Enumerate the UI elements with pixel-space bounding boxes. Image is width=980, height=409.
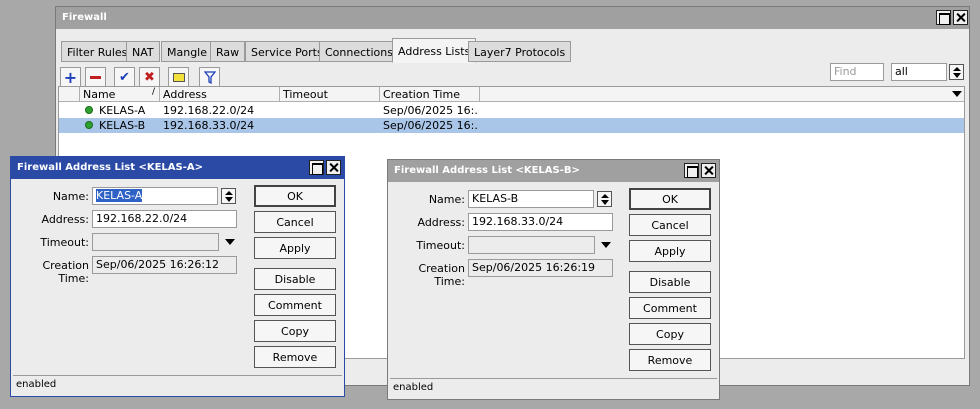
filter-button[interactable] xyxy=(199,67,220,88)
disable-button[interactable]: Disable xyxy=(254,268,336,290)
timeout-dropdown-icon[interactable] xyxy=(225,239,235,245)
address-label: Address: xyxy=(41,213,89,226)
sort-icon: / xyxy=(151,87,155,97)
ok-button[interactable]: OK xyxy=(254,185,336,207)
column-header-timeout[interactable]: Timeout xyxy=(280,87,380,102)
row-name: KELAS-B xyxy=(99,119,146,132)
close-icon[interactable] xyxy=(953,10,968,25)
address-label: Address: xyxy=(417,216,465,229)
remove-button[interactable]: Remove xyxy=(629,349,711,371)
add-icon: + xyxy=(63,67,78,87)
name-label: Name: xyxy=(52,190,89,203)
filter-select[interactable]: all xyxy=(891,63,947,81)
remove-button[interactable]: Remove xyxy=(254,346,336,368)
filter-icon xyxy=(203,71,216,84)
cancel-button[interactable]: Cancel xyxy=(254,211,336,233)
firewall-titlebar[interactable]: Firewall xyxy=(56,7,969,29)
row-creation-time: Sep/06/2025 16:... xyxy=(383,119,478,132)
maximize-icon[interactable] xyxy=(936,10,951,25)
tab-filter-rules[interactable]: Filter Rules xyxy=(61,41,134,62)
tab-raw[interactable]: Raw xyxy=(210,41,246,62)
firewall-title: Firewall xyxy=(62,12,107,23)
address-field[interactable]: 192.168.33.0/24 xyxy=(468,213,613,231)
enable-button[interactable]: ✔ xyxy=(114,67,135,88)
tab-connections[interactable]: Connections xyxy=(319,41,399,62)
column-header-name-label: Name xyxy=(83,88,116,101)
enabled-status-icon xyxy=(85,121,93,129)
column-menu-arrow-icon[interactable] xyxy=(952,91,962,97)
name-field-value: KELAS-A xyxy=(96,189,143,202)
copy-button[interactable]: Copy xyxy=(254,320,336,342)
cancel-button[interactable]: Cancel xyxy=(629,214,711,236)
timeout-dropdown-icon[interactable] xyxy=(601,242,611,248)
row-creation-time: Sep/06/2025 16:... xyxy=(383,104,478,117)
add-button[interactable]: + xyxy=(60,67,81,88)
comment-icon xyxy=(172,73,185,82)
table-row[interactable]: KELAS-B 192.168.33.0/24 Sep/06/2025 16:.… xyxy=(59,118,964,133)
tab-layer7-protocols[interactable]: Layer7 Protocols xyxy=(468,41,572,62)
status-bar: enabled xyxy=(13,375,342,394)
row-address: 192.168.33.0/24 xyxy=(163,119,255,132)
ok-button[interactable]: OK xyxy=(629,188,711,210)
name-field[interactable]: KELAS-A xyxy=(92,187,218,205)
dialog-a-title: Firewall Address List <KELAS-A> xyxy=(17,162,204,173)
timeout-label: Timeout: xyxy=(416,239,465,252)
creation-time-field: Sep/06/2025 16:26:12 xyxy=(92,256,237,274)
creation-time-field: Sep/06/2025 16:26:19 xyxy=(468,259,613,277)
table-row[interactable]: KELAS-A 192.168.22.0/24 Sep/06/2025 16:.… xyxy=(59,103,964,118)
tab-address-lists[interactable]: Address Lists xyxy=(392,38,477,63)
remove-icon xyxy=(90,76,101,79)
tab-service-ports[interactable]: Service Ports xyxy=(245,41,329,62)
row-name: KELAS-A xyxy=(99,104,146,117)
check-icon: ✔ xyxy=(119,70,130,85)
maximize-icon[interactable] xyxy=(309,160,324,175)
column-header-creation-time[interactable]: Creation Time xyxy=(380,87,480,102)
tab-nat[interactable]: NAT xyxy=(126,41,160,62)
copy-button[interactable]: Copy xyxy=(629,323,711,345)
disable-button[interactable]: ✖ xyxy=(139,67,160,88)
filter-select-value: all xyxy=(895,65,908,78)
apply-button[interactable]: Apply xyxy=(254,237,336,259)
dialog-a-titlebar[interactable]: Firewall Address List <KELAS-A> xyxy=(11,157,344,179)
comment-button[interactable] xyxy=(168,67,189,88)
apply-button[interactable]: Apply xyxy=(629,240,711,262)
remove-button[interactable] xyxy=(85,67,106,88)
status-bar: enabled xyxy=(390,378,717,397)
timeout-field[interactable] xyxy=(92,233,219,251)
timeout-field[interactable] xyxy=(468,236,595,254)
creation-time-label: Creation Time: xyxy=(418,262,465,288)
close-icon[interactable] xyxy=(701,163,716,178)
disable-button[interactable]: Disable xyxy=(629,271,711,293)
comment-button[interactable]: Comment xyxy=(254,294,336,316)
tab-mangle[interactable]: Mangle xyxy=(161,41,214,62)
address-field[interactable]: 192.168.22.0/24 xyxy=(92,210,237,228)
name-field[interactable]: KELAS-B xyxy=(468,190,594,208)
filter-select-arrow-icon[interactable] xyxy=(949,64,964,80)
maximize-icon[interactable] xyxy=(684,163,699,178)
comment-button[interactable]: Comment xyxy=(629,297,711,319)
address-list-dialog-a: Firewall Address List <KELAS-A> Name: KE… xyxy=(10,156,345,397)
column-header-name[interactable]: Name / xyxy=(80,87,160,102)
dialog-b-title: Firewall Address List <KELAS-B> xyxy=(394,165,580,176)
name-dropdown-icon[interactable] xyxy=(221,188,236,204)
column-filler xyxy=(480,87,964,102)
enabled-status-icon xyxy=(85,106,93,114)
x-icon: ✖ xyxy=(144,70,155,85)
row-address: 192.168.22.0/24 xyxy=(163,104,255,117)
close-icon[interactable] xyxy=(326,160,341,175)
column-blank xyxy=(59,87,80,102)
creation-time-label: Creation Time: xyxy=(42,259,89,285)
timeout-label: Timeout: xyxy=(40,236,89,249)
find-input[interactable]: Find xyxy=(830,63,884,81)
column-header-address[interactable]: Address xyxy=(160,87,280,102)
dialog-b-titlebar[interactable]: Firewall Address List <KELAS-B> xyxy=(388,160,719,182)
address-list-dialog-b: Firewall Address List <KELAS-B> Name: KE… xyxy=(387,159,720,400)
name-dropdown-icon[interactable] xyxy=(597,191,612,207)
name-label: Name: xyxy=(428,193,465,206)
